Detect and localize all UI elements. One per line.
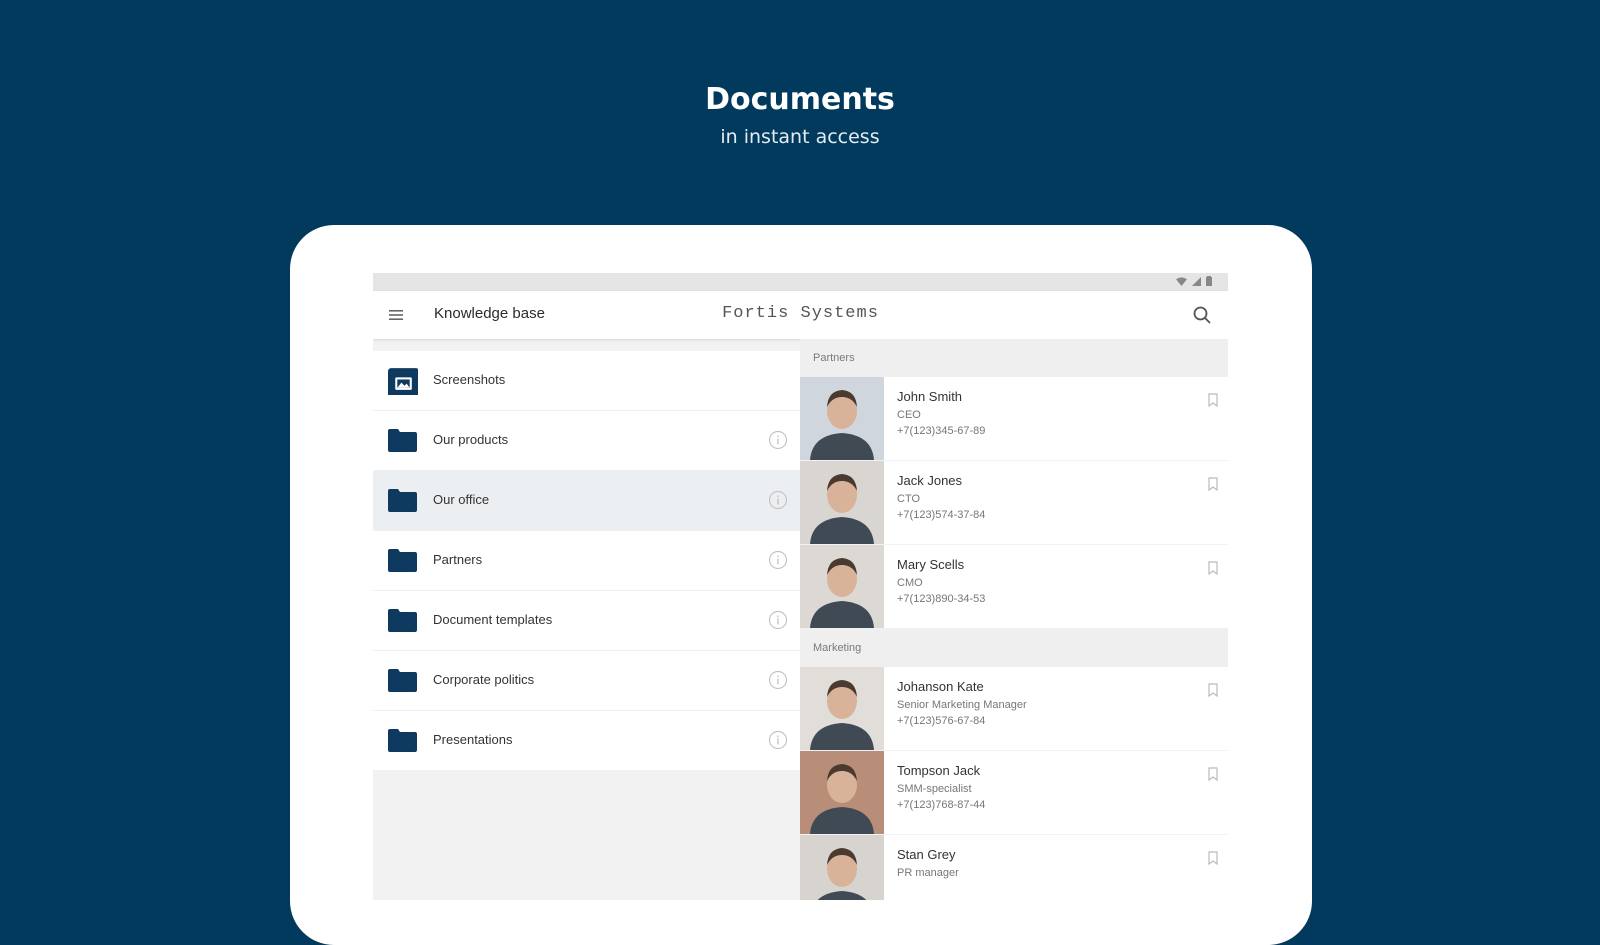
contact-role: Senior Marketing Manager (897, 699, 1027, 711)
hero-subtitle: in instant access (720, 126, 880, 148)
contact-name: Johanson Kate (897, 679, 984, 694)
avatar (800, 835, 884, 900)
folder-label: Presentations (433, 732, 513, 747)
info-icon[interactable] (768, 670, 788, 690)
folder-icon (388, 669, 417, 692)
folder-row[interactable]: Corporate politics (373, 651, 800, 711)
search-icon[interactable] (1192, 305, 1212, 325)
contact-phone: +7(123)574-37-84 (897, 509, 986, 521)
contact-name: Mary Scells (897, 557, 965, 572)
contact-row[interactable]: Tompson Jack SMM-specialist +7(123)768-8… (800, 751, 1228, 835)
contact-role: CEO (897, 409, 921, 421)
folder-icon (388, 609, 417, 632)
folder-list: Screenshots Our products Our office Part… (373, 351, 800, 900)
folder-row[interactable]: Presentations (373, 711, 800, 771)
bookmark-icon[interactable] (1208, 561, 1218, 575)
info-icon[interactable] (768, 550, 788, 570)
folder-label: Partners (433, 552, 483, 567)
contact-role: SMM-specialist (897, 783, 972, 795)
avatar (800, 667, 884, 750)
folder-row[interactable]: Our products (373, 411, 800, 471)
folder-row[interactable]: Document templates (373, 591, 800, 651)
contact-row[interactable]: Johanson Kate Senior Marketing Manager +… (800, 667, 1228, 751)
bookmark-icon[interactable] (1208, 851, 1218, 865)
signal-icon (1192, 276, 1201, 286)
contact-row[interactable]: Stan Grey PR manager (800, 835, 1228, 900)
contact-list: Partners John Smith CEO +7(123)345-67-89… (800, 339, 1228, 900)
section-header: Partners (800, 339, 1228, 377)
contact-phone: +7(123)768-87-44 (897, 799, 986, 811)
folder-row[interactable]: Our office (373, 471, 800, 531)
contact-role: CMO (897, 577, 923, 589)
folder-icon (388, 489, 417, 512)
folder-icon (388, 729, 417, 752)
contact-row[interactable]: Mary Scells CMO +7(123)890-34-53 (800, 545, 1228, 629)
wifi-icon (1176, 276, 1187, 286)
contact-row[interactable]: John Smith CEO +7(123)345-67-89 (800, 377, 1228, 461)
folder-label: Our products (433, 432, 509, 447)
bookmark-icon[interactable] (1208, 393, 1218, 407)
image-icon (388, 368, 418, 395)
contact-name: Tompson Jack (897, 763, 981, 778)
folder-row[interactable]: Screenshots (373, 351, 800, 411)
status-bar (373, 273, 1228, 291)
battery-icon (1206, 276, 1212, 286)
bookmark-icon[interactable] (1208, 683, 1218, 697)
hero-title: Documents (705, 82, 895, 117)
info-icon[interactable] (768, 610, 788, 630)
contact-name: Jack Jones (897, 473, 963, 488)
avatar (800, 377, 884, 460)
folder-label: Document templates (433, 612, 553, 627)
folder-row[interactable]: Partners (373, 531, 800, 591)
contact-phone: +7(123)576-67-84 (897, 715, 986, 727)
folder-icon (388, 549, 417, 572)
info-icon[interactable] (768, 730, 788, 750)
contact-row[interactable]: Jack Jones CTO +7(123)574-37-84 (800, 461, 1228, 545)
app-bar: Knowledge base Fortis Systems (373, 291, 1228, 339)
avatar (800, 751, 884, 834)
avatar (800, 461, 884, 544)
contact-phone: +7(123)345-67-89 (897, 425, 986, 437)
contact-role: CTO (897, 493, 921, 505)
avatar (800, 545, 884, 628)
contact-phone: +7(123)890-34-53 (897, 593, 986, 605)
folder-label: Our office (433, 492, 490, 507)
brand-logo: Fortis Systems (722, 304, 879, 323)
bookmark-icon[interactable] (1208, 477, 1218, 491)
app-screen: Knowledge base Fortis Systems Screenshot… (373, 273, 1228, 900)
info-icon[interactable] (768, 490, 788, 510)
section-header: Marketing (800, 629, 1228, 667)
info-icon[interactable] (768, 430, 788, 450)
folder-label: Screenshots (433, 372, 506, 387)
folder-label: Corporate politics (433, 672, 535, 687)
contact-name: Stan Grey (897, 847, 956, 862)
contact-name: John Smith (897, 389, 963, 404)
contact-role: PR manager (897, 867, 959, 879)
folder-icon (388, 429, 417, 452)
bookmark-icon[interactable] (1208, 767, 1218, 781)
